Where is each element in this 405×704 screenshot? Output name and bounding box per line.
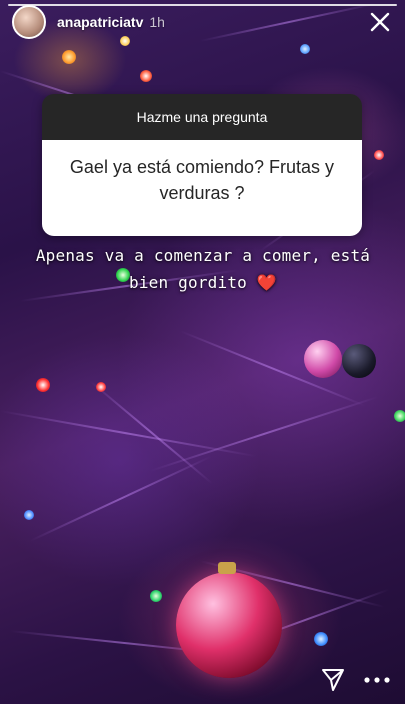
- answer-caption: Apenas va a comenzar a comer, está bien …: [22, 242, 384, 296]
- story-header: anapatriciatv 1h: [12, 5, 393, 39]
- avatar[interactable]: [12, 5, 46, 39]
- heart-emoji: ❤️: [256, 273, 277, 292]
- timestamp: 1h: [149, 14, 165, 30]
- more-options-icon[interactable]: [362, 671, 392, 689]
- question-sticker-header: Hazme una pregunta: [42, 94, 362, 140]
- answer-text: Apenas va a comenzar a comer, está bien …: [35, 246, 371, 292]
- question-sticker-question: Gael ya está comiendo? Frutas y verduras…: [42, 140, 362, 236]
- username[interactable]: anapatriciatv: [57, 14, 143, 30]
- question-sticker[interactable]: Hazme una pregunta Gael ya está comiendo…: [42, 94, 362, 236]
- close-icon[interactable]: [369, 11, 391, 33]
- direct-send-icon[interactable]: [320, 667, 346, 693]
